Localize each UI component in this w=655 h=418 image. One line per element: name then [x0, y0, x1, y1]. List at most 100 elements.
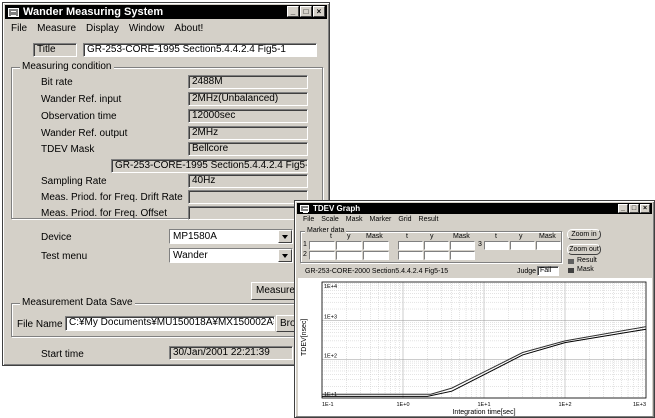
- marker-header-y1: y: [347, 233, 351, 240]
- marker-4-y-field[interactable]: [424, 241, 449, 250]
- y-tick-label: 1E+4: [324, 284, 337, 290]
- menu-display[interactable]: Display: [86, 23, 119, 34]
- marker-5-t-field[interactable]: [398, 251, 423, 260]
- y-tick-label: 1E+1: [324, 392, 337, 398]
- judge-label: Judge: [517, 268, 537, 275]
- observation-time-label: Observation time: [41, 111, 117, 122]
- start-time-value: 30/Jan/2001 22:21:39: [169, 346, 293, 360]
- sampling-rate-value: 40Hz: [188, 174, 308, 188]
- wander-ref-output-label: Wander Ref. output: [41, 128, 128, 139]
- menu-window[interactable]: Window: [129, 23, 165, 34]
- marker-4-t-field[interactable]: [398, 241, 423, 250]
- main-window: Wander Measuring System _ □ × File Measu…: [2, 2, 331, 366]
- chart-background: [298, 278, 652, 416]
- marker-3-mask-field[interactable]: [536, 241, 561, 250]
- result-legend-label: Result: [577, 257, 597, 264]
- graph-menu-result[interactable]: Result: [419, 216, 439, 223]
- chevron-down-icon[interactable]: [278, 230, 292, 243]
- observation-time-value: 12000sec: [188, 109, 308, 123]
- graph-menu-grid[interactable]: Grid: [398, 216, 411, 223]
- mask-legend-label: Mask: [577, 266, 594, 273]
- marker-2-y-field[interactable]: [336, 251, 362, 260]
- tdev-mask-detail: GR-253-CORE-1995 Section5.4.4.2.4 Fig5-1…: [111, 159, 308, 173]
- freq-drift-rate-value: [188, 190, 308, 204]
- main-menu-bar: File Measure Display Window About!: [5, 21, 327, 35]
- graph-title-bar[interactable]: TDEV Graph _ □ ×: [297, 203, 652, 214]
- marker-5-y-field[interactable]: [424, 251, 449, 260]
- menu-file[interactable]: File: [11, 23, 27, 34]
- graph-caption: GR-253-CORE-2000 Section5.4.4.2.4 Fig5-1…: [305, 268, 449, 275]
- marker-3-y-field[interactable]: [510, 241, 535, 250]
- main-title-bar[interactable]: Wander Measuring System _ □ ×: [5, 5, 327, 19]
- graph-maximize-icon[interactable]: □: [629, 204, 639, 213]
- minimize-icon[interactable]: _: [287, 6, 299, 17]
- graph-minimize-icon[interactable]: _: [618, 204, 628, 213]
- freq-offset-label: Meas. Priod. for Freq. Offset: [41, 208, 167, 219]
- marker-row-3-label: 3: [478, 241, 482, 248]
- device-label: Device: [41, 232, 72, 243]
- graph-menu-marker[interactable]: Marker: [370, 216, 392, 223]
- menu-about[interactable]: About!: [174, 23, 203, 34]
- tdev-chart[interactable]: 1E+4 1E+3 1E+2 1E+1 1E-1 1E+0 1E+1 1E+2 1E+3 TDE…: [298, 278, 652, 416]
- marker-row-2-label: 2: [303, 251, 307, 258]
- measurement-data-save-title: Measurement Data Save: [20, 297, 135, 309]
- file-name-input[interactable]: C:¥My Documents¥MU150018A¥MX150002A¥test: [65, 316, 275, 331]
- freq-offset-value: [188, 206, 308, 220]
- maximize-icon[interactable]: □: [300, 6, 312, 17]
- x-tick-label: 1E-1: [322, 402, 334, 408]
- marker-4-mask-field[interactable]: [450, 241, 475, 250]
- zoom-out-button[interactable]: Zoom out: [567, 244, 601, 255]
- wander-ref-output-value: 2MHz: [188, 126, 308, 140]
- y-tick-label: 1E+2: [324, 353, 337, 359]
- wander-ref-input-value: 2MHz(Unbalanced): [188, 92, 308, 106]
- graph-close-icon[interactable]: ×: [640, 204, 650, 213]
- measuring-condition-title: Measuring condition: [20, 61, 114, 73]
- marker-header-y3: y: [519, 233, 523, 240]
- file-name-label: File Name: [17, 319, 63, 330]
- marker-1-t-field[interactable]: [309, 241, 335, 250]
- menu-measure[interactable]: Measure: [37, 23, 76, 34]
- title-label: Title: [33, 43, 77, 57]
- tdev-graph-window: TDEV Graph _ □ × File Scale Mask Marker …: [294, 200, 655, 418]
- sampling-rate-label: Sampling Rate: [41, 176, 107, 187]
- app-icon: [8, 7, 19, 17]
- chevron-down-icon[interactable]: [278, 249, 292, 262]
- main-window-title: Wander Measuring System: [23, 6, 164, 18]
- marker-data-title: Marker data: [305, 227, 347, 235]
- graph-menu-mask[interactable]: Mask: [346, 216, 363, 223]
- marker-2-t-field[interactable]: [309, 251, 335, 260]
- graph-menu-file[interactable]: File: [303, 216, 314, 223]
- marker-5-mask-field[interactable]: [450, 251, 475, 260]
- marker-1-mask-field[interactable]: [363, 241, 389, 250]
- marker-header-t3: t: [495, 233, 497, 240]
- x-tick-label: 1E+2: [559, 402, 572, 408]
- marker-header-t2: t: [406, 233, 408, 240]
- bit-rate-value: 2488M: [188, 75, 308, 89]
- judge-value: Fail: [537, 266, 559, 276]
- device-select[interactable]: MP1580A: [169, 229, 293, 244]
- start-time-label: Start time: [41, 349, 84, 360]
- graph-app-icon: [300, 205, 309, 213]
- marker-3-t-field[interactable]: [484, 241, 509, 250]
- tdev-mask-value: Bellcore: [188, 142, 308, 156]
- device-select-value: MP1580A: [173, 231, 217, 242]
- result-legend-swatch: [568, 259, 574, 264]
- y-tick-label: 1E+3: [324, 315, 337, 321]
- marker-header-mask3: Mask: [539, 233, 556, 240]
- marker-1-y-field[interactable]: [336, 241, 362, 250]
- zoom-in-button[interactable]: Zoom in: [567, 229, 601, 240]
- x-tick-label: 1E+1: [478, 402, 491, 408]
- tdev-mask-label: TDEV Mask: [41, 144, 95, 155]
- graph-menu-scale[interactable]: Scale: [321, 216, 339, 223]
- graph-window-title: TDEV Graph: [313, 204, 361, 213]
- test-menu-select[interactable]: Wander: [169, 248, 293, 263]
- marker-2-mask-field[interactable]: [363, 251, 389, 260]
- graph-menu-bar: File Scale Mask Marker Grid Result: [297, 214, 652, 225]
- marker-header-mask2: Mask: [453, 233, 470, 240]
- title-input[interactable]: GR-253-CORE-1995 Section5.4.4.2.4 Fig5-1: [83, 43, 317, 57]
- test-menu-select-value: Wander: [173, 250, 208, 261]
- mask-legend-swatch: [568, 268, 574, 273]
- close-icon[interactable]: ×: [313, 6, 325, 17]
- test-menu-label: Test menu: [41, 251, 88, 262]
- x-tick-label: 1E+0: [397, 402, 410, 408]
